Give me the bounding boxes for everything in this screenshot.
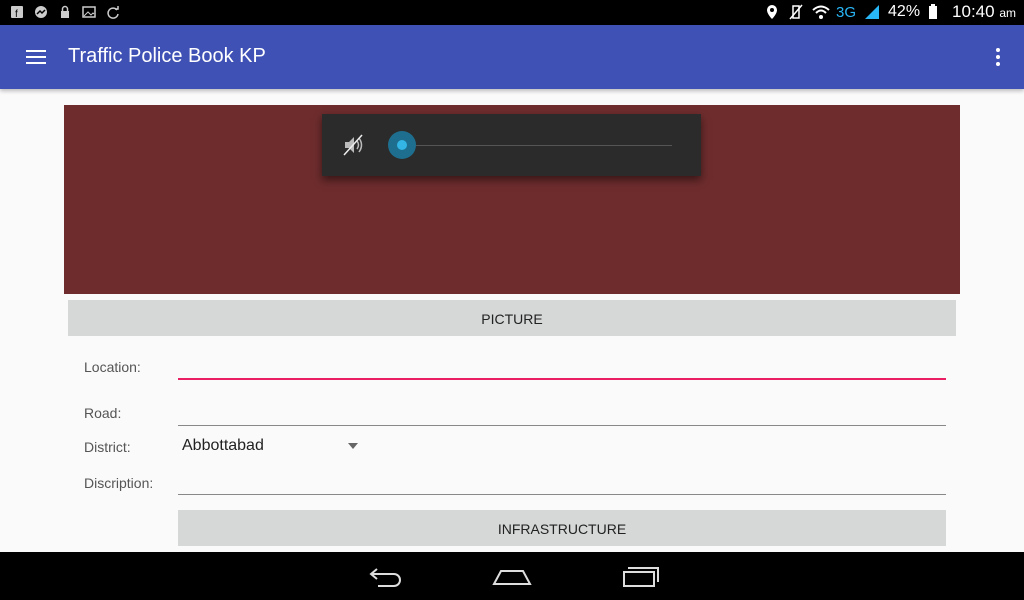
volume-popup: [322, 114, 701, 176]
road-label: Road:: [84, 405, 122, 421]
status-bar: f 3G 42% 10:40 am: [0, 0, 1024, 25]
battery-percent: 42%: [888, 3, 921, 20]
sync-icon: [106, 5, 120, 19]
battery-icon: [928, 4, 944, 20]
messenger-icon: [34, 5, 48, 19]
image-icon: [82, 5, 96, 19]
app-title: Traffic Police Book KP: [68, 45, 266, 67]
picture-button[interactable]: PICTURE: [68, 300, 956, 336]
picture-preview: [64, 105, 960, 294]
recents-icon[interactable]: [620, 564, 660, 588]
volume-muted-icon[interactable]: [342, 133, 366, 157]
back-icon[interactable]: [364, 564, 404, 588]
wifi-icon: [812, 4, 830, 20]
vibrate-off-icon: [788, 4, 804, 20]
description-label: Discription:: [84, 475, 154, 491]
navigation-bar: [0, 552, 1024, 600]
location-input[interactable]: [178, 378, 946, 380]
home-icon[interactable]: [492, 564, 532, 588]
road-input[interactable]: [178, 425, 946, 426]
svg-text:f: f: [15, 9, 18, 19]
more-options-icon[interactable]: [994, 45, 1002, 69]
notification-icons: f: [10, 5, 120, 20]
description-input[interactable]: [178, 494, 946, 495]
location-icon: [764, 4, 780, 20]
volume-slider-thumb[interactable]: [388, 131, 416, 159]
location-label: Location:: [84, 359, 141, 375]
lock-icon: [58, 5, 72, 19]
volume-slider[interactable]: [388, 130, 672, 160]
signal-icon: [864, 4, 880, 20]
facebook-icon: f: [10, 5, 24, 20]
district-select[interactable]: Abbottabad: [182, 437, 264, 455]
network-type: 3G: [836, 3, 857, 21]
system-status: 3G 42% 10:40 am: [764, 2, 1016, 22]
clock-time: 10:40: [952, 2, 995, 21]
clock-ampm: am: [999, 6, 1016, 20]
infrastructure-button[interactable]: INFRASTRUCTURE: [178, 510, 946, 546]
dropdown-arrow-icon[interactable]: [348, 443, 358, 449]
district-label: District:: [84, 439, 131, 455]
clock: 10:40 am: [952, 2, 1016, 22]
menu-icon[interactable]: [24, 45, 48, 69]
app-bar: Traffic Police Book KP: [0, 25, 1024, 89]
volume-slider-track: [402, 145, 672, 146]
